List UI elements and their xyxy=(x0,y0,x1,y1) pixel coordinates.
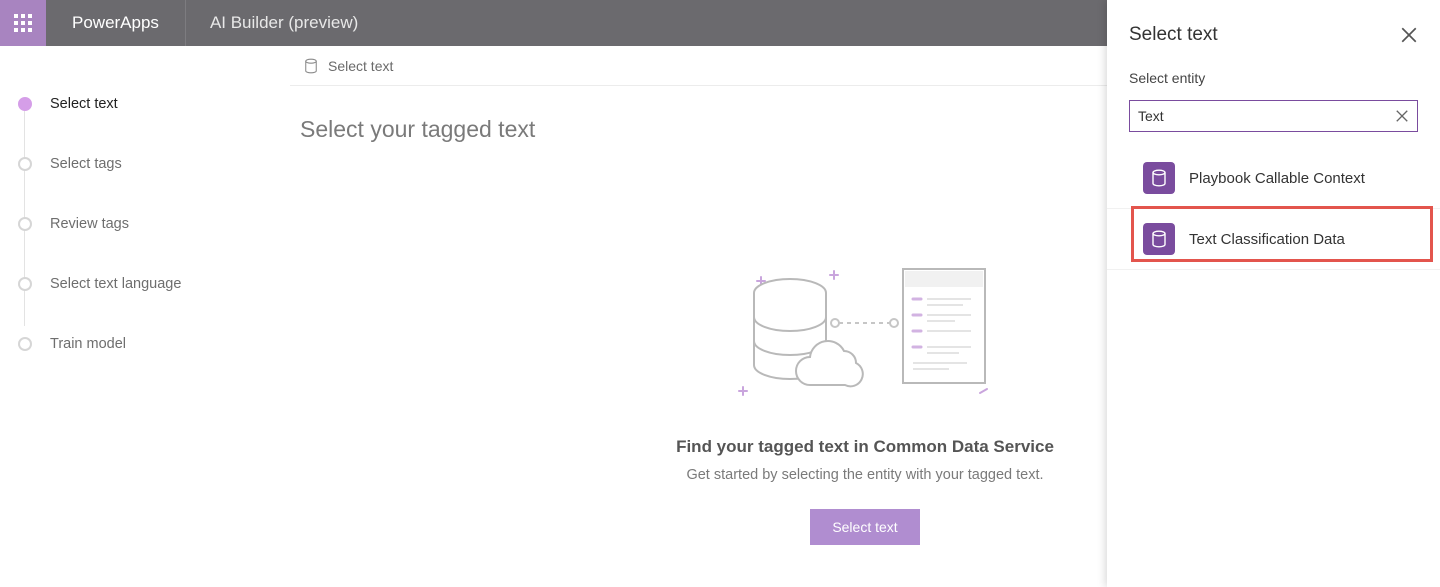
step-select-tags[interactable]: Select tags xyxy=(18,134,272,194)
select-text-panel: Select text Select entity Playbook Calla… xyxy=(1107,0,1440,587)
waffle-icon xyxy=(14,14,32,32)
step-review-tags[interactable]: Review tags xyxy=(18,194,272,254)
brand-label[interactable]: PowerApps xyxy=(46,0,186,46)
entity-icon xyxy=(1143,162,1175,194)
empty-state-illustration xyxy=(735,263,995,403)
step-label: Train model xyxy=(50,336,126,352)
step-dot-icon xyxy=(18,157,32,171)
app-launcher-button[interactable] xyxy=(0,0,46,46)
select-text-button[interactable]: Select text xyxy=(810,509,919,545)
entity-icon xyxy=(1143,223,1175,255)
clear-search-icon[interactable] xyxy=(1395,109,1409,123)
entity-name: Text Classification Data xyxy=(1189,231,1345,248)
step-dot-icon xyxy=(18,337,32,351)
entity-name: Playbook Callable Context xyxy=(1189,170,1365,187)
step-label: Select tags xyxy=(50,156,122,172)
empty-state-title: Find your tagged text in Common Data Ser… xyxy=(676,437,1054,457)
step-label: Review tags xyxy=(50,216,129,232)
panel-section-label: Select entity xyxy=(1107,46,1440,94)
entity-search-box[interactable] xyxy=(1129,100,1418,132)
step-dot-icon xyxy=(18,217,32,231)
entity-row[interactable]: Playbook Callable Context xyxy=(1107,148,1440,209)
step-label: Select text language xyxy=(50,276,181,292)
wizard-steps: Select text Select tags Review tags Sele… xyxy=(0,46,290,587)
step-dot-icon xyxy=(18,277,32,291)
entity-row[interactable]: Text Classification Data xyxy=(1107,209,1440,270)
close-icon[interactable] xyxy=(1400,26,1418,44)
empty-state-subtitle: Get started by selecting the entity with… xyxy=(686,467,1043,483)
database-icon xyxy=(304,58,318,74)
step-train-model[interactable]: Train model xyxy=(18,314,272,374)
step-dot-icon xyxy=(18,97,32,111)
page-product-title: AI Builder (preview) xyxy=(186,0,382,46)
entity-search-input[interactable] xyxy=(1138,108,1395,124)
step-label: Select text xyxy=(50,96,118,112)
step-select-text[interactable]: Select text xyxy=(18,74,272,134)
panel-title: Select text xyxy=(1129,24,1400,46)
step-select-language[interactable]: Select text language xyxy=(18,254,272,314)
breadcrumb-item: Select text xyxy=(328,58,393,74)
entity-list: Playbook Callable Context Text Classific… xyxy=(1107,148,1440,270)
